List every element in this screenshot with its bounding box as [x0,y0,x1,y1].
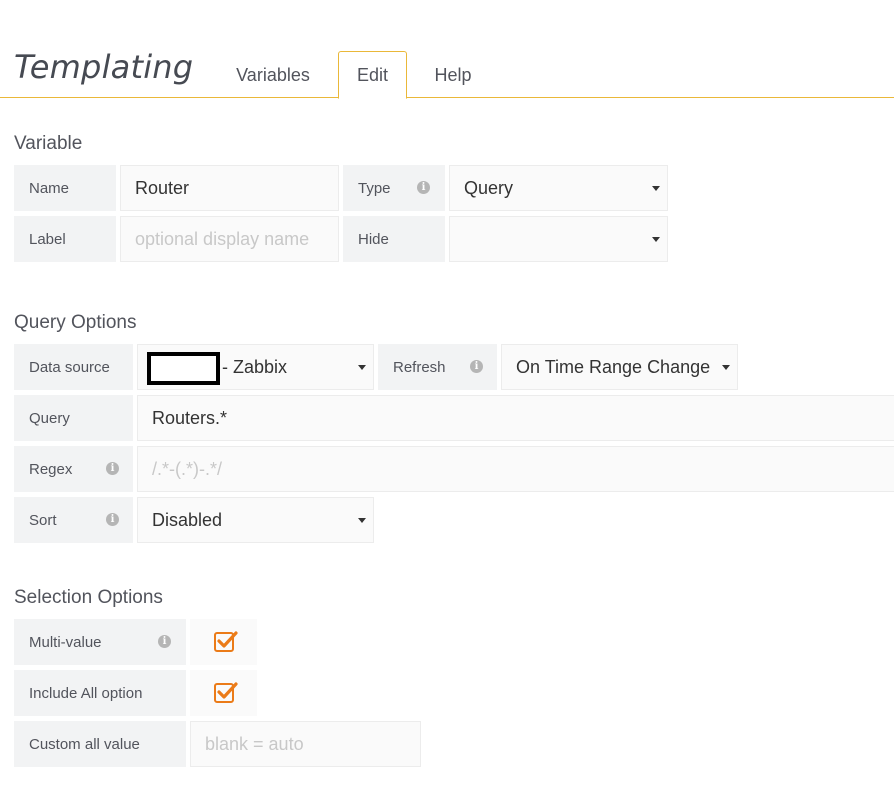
label-field[interactable] [120,216,339,262]
regex-label-cell: Regex i [14,446,133,492]
query-field[interactable] [137,395,894,441]
regex-field[interactable] [137,446,894,492]
info-icon[interactable]: i [417,181,430,194]
check-icon [216,631,238,648]
section-heading-query-options: Query Options [14,312,137,333]
refresh-label-cell: Refresh i [378,344,497,390]
type-select[interactable]: Query [449,165,668,211]
tab-help[interactable]: Help [418,51,488,99]
section-heading-selection-options: Selection Options [14,587,163,608]
sort-label-cell: Sort i [14,497,133,543]
caret-down-icon [652,237,660,242]
label-label: Label [14,216,116,262]
refresh-select-value: On Time Range Change [516,356,711,377]
hide-select[interactable] [449,216,668,262]
section-heading-variable: Variable [14,133,83,154]
type-label-cell: Type i [343,165,445,211]
multi-value-label: Multi-value [29,633,102,651]
info-icon[interactable]: i [106,462,119,475]
name-label: Name [14,165,116,211]
tab-variables[interactable]: Variables [219,51,327,99]
sort-select-value: Disabled [152,509,223,530]
refresh-label: Refresh [393,358,446,376]
query-label: Query [14,395,133,441]
label-input[interactable] [135,228,338,250]
check-icon [216,682,238,699]
multi-value-checkbox[interactable] [213,631,238,652]
type-select-value: Query [464,177,514,198]
page-title: Templating [14,48,194,86]
caret-down-icon [652,186,660,191]
include-all-checkbox[interactable] [213,682,238,703]
info-icon[interactable]: i [470,360,483,373]
name-field[interactable] [120,165,339,211]
hide-label: Hide [343,216,445,262]
tab-underline [0,97,894,98]
name-input[interactable] [135,177,338,199]
include-all-label: Include All option [14,670,186,716]
custom-all-field[interactable] [190,721,421,767]
caret-down-icon [722,365,730,370]
multi-value-label-cell: Multi-value i [14,619,186,665]
include-all-checkbox-cell [190,670,257,716]
sort-select[interactable]: Disabled [137,497,374,543]
regex-input[interactable] [152,458,894,480]
query-input[interactable] [152,407,894,429]
tab-edit[interactable]: Edit [338,51,407,99]
datasource-select[interactable]: - Zabbix [137,344,374,390]
multi-value-checkbox-cell [190,619,257,665]
datasource-label: Data source [14,344,133,390]
type-label: Type [358,179,391,197]
caret-down-icon [358,365,366,370]
sort-label: Sort [29,511,57,529]
info-icon[interactable]: i [158,635,171,648]
datasource-select-value: - Zabbix [222,356,288,377]
custom-all-label: Custom all value [14,721,186,767]
caret-down-icon [358,518,366,523]
redacted-box [147,352,220,385]
regex-label: Regex [29,460,73,478]
refresh-select[interactable]: On Time Range Change [501,344,738,390]
custom-all-input[interactable] [205,733,420,755]
info-icon[interactable]: i [106,513,119,526]
